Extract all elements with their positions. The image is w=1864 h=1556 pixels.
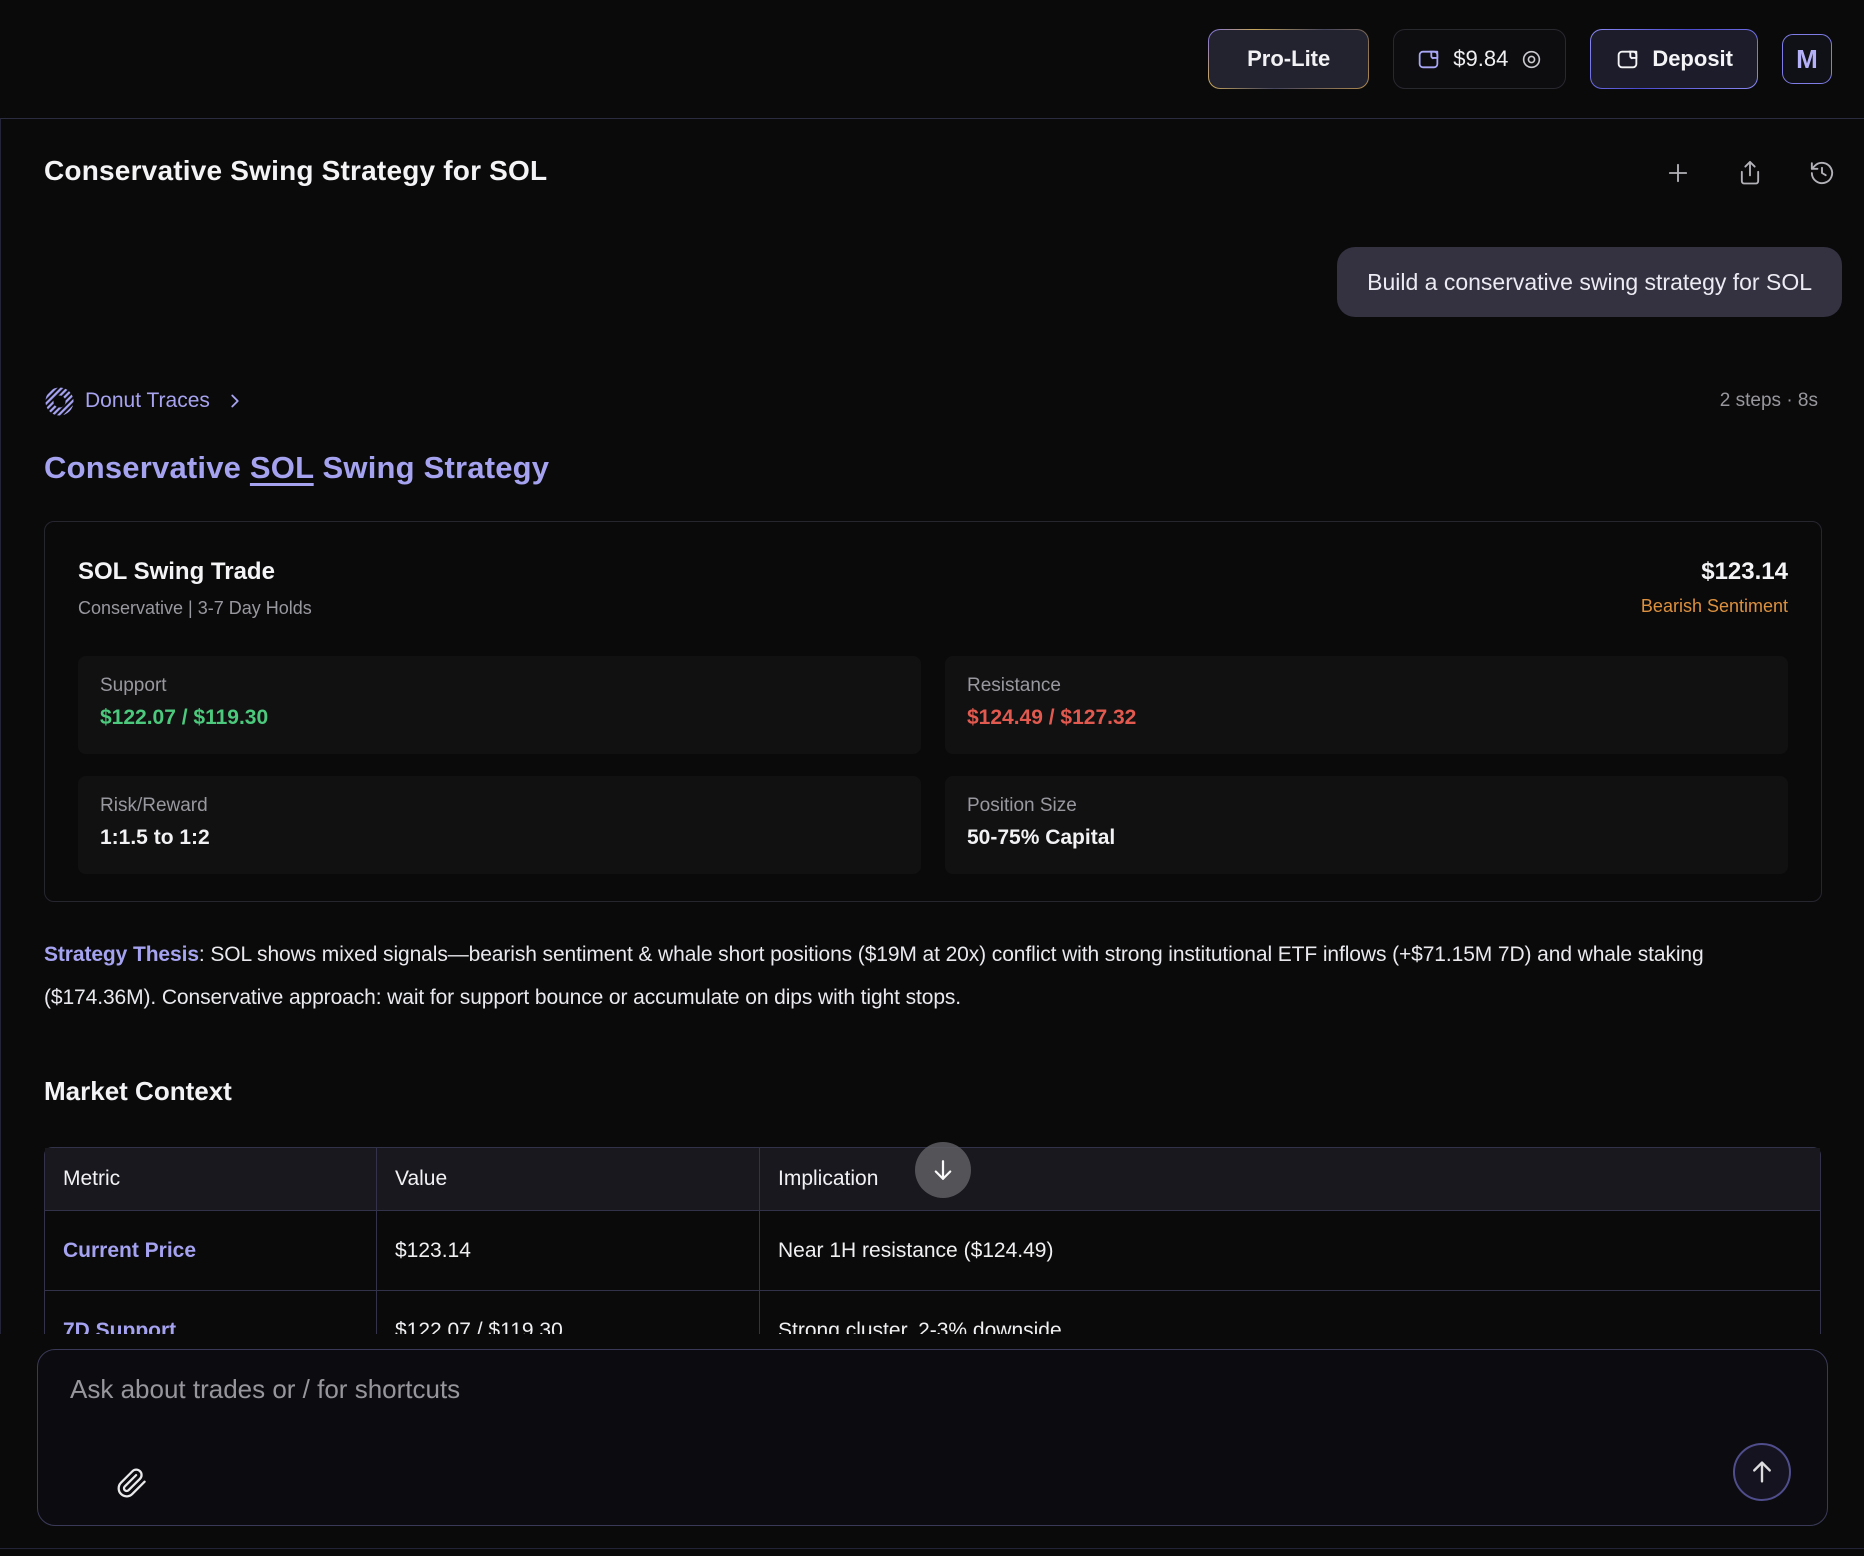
table-row: 7D Support $122.07 / $119.30 Strong clus… (45, 1290, 1820, 1334)
history-icon (1808, 159, 1836, 187)
row-implication: Near 1H resistance ($124.49) (759, 1210, 1820, 1290)
card-title: SOL Swing Trade (78, 558, 312, 586)
sentiment-badge: Bearish Sentiment (1641, 596, 1788, 617)
risk-reward-cell: Risk/Reward 1:1.5 to 1:2 (78, 776, 921, 874)
pro-lite-button[interactable]: Pro-Lite (1208, 29, 1369, 89)
chevron-right-icon[interactable] (224, 390, 246, 412)
resistance-label: Resistance (967, 675, 1766, 697)
strategy-thesis: Strategy Thesis: SOL shows mixed signals… (44, 933, 1806, 1019)
bottom-divider (0, 1548, 1864, 1549)
user-avatar[interactable]: M (1782, 34, 1832, 84)
strategy-card: SOL Swing Trade Conservative | 3-7 Day H… (44, 521, 1822, 902)
user-message-bubble: Build a conservative swing strategy for … (1337, 247, 1842, 317)
column-header-metric: Metric (45, 1148, 376, 1210)
agent-name-link[interactable]: Donut Traces (85, 389, 210, 413)
heading-ticker-link[interactable]: SOL (250, 450, 314, 485)
wallet-balance-value: $9.84 (1453, 46, 1508, 72)
user-message-text: Build a conservative swing strategy for … (1367, 269, 1812, 295)
wallet-balance-chip[interactable]: $9.84 (1393, 29, 1566, 89)
position-size-label: Position Size (967, 795, 1766, 817)
send-button[interactable] (1733, 1443, 1791, 1501)
risk-reward-value: 1:1.5 to 1:2 (100, 826, 899, 850)
row-value: $123.14 (376, 1210, 759, 1290)
share-icon (1736, 159, 1764, 187)
paperclip-icon (116, 1467, 148, 1499)
column-header-value: Value (376, 1148, 759, 1210)
strategy-metrics-grid: Support $122.07 / $119.30 Resistance $12… (78, 656, 1788, 874)
resistance-value: $124.49 / $127.32 (967, 706, 1766, 730)
wallet-icon (1615, 47, 1640, 72)
new-chat-button[interactable] (1664, 159, 1692, 187)
current-price: $123.14 (1641, 558, 1788, 586)
avatar-initial: M (1796, 44, 1818, 75)
market-context-heading: Market Context (44, 1076, 232, 1107)
trace-breadcrumb: Donut Traces 2 steps · 8s (44, 383, 1818, 419)
plus-icon (1664, 159, 1692, 187)
chat-input[interactable] (70, 1374, 1707, 1444)
thesis-label: Strategy Thesis (44, 943, 199, 966)
metric-link-7d-support[interactable]: 7D Support (45, 1290, 376, 1334)
arrow-up-icon (1747, 1457, 1777, 1487)
deposit-label: Deposit (1652, 46, 1733, 72)
message-composer (37, 1349, 1828, 1526)
support-label: Support (100, 675, 899, 697)
position-size-value: 50-75% Capital (967, 826, 1766, 850)
pro-lite-label: Pro-Lite (1247, 46, 1330, 72)
row-implication: Strong cluster, 2-3% downside (759, 1290, 1820, 1334)
conversation-actions (1664, 159, 1836, 187)
donut-logo-icon (44, 386, 75, 417)
report-heading: Conservative SOL Swing Strategy (44, 450, 549, 486)
wallet-icon (1416, 47, 1441, 72)
top-bar: Pro-Lite $9.84 Deposit M (0, 0, 1864, 118)
metric-link-current-price[interactable]: Current Price (45, 1210, 376, 1290)
attach-file-button[interactable] (116, 1467, 148, 1499)
thesis-text: : SOL shows mixed signals—bearish sentim… (44, 943, 1704, 1009)
table-row: Current Price $123.14 Near 1H resistance… (45, 1210, 1820, 1290)
page-title: Conservative Swing Strategy for SOL (44, 155, 547, 187)
support-cell: Support $122.07 / $119.30 (78, 656, 921, 754)
heading-suffix: Swing Strategy (314, 450, 550, 485)
card-subtitle: Conservative | 3-7 Day Holds (78, 598, 312, 619)
row-value: $122.07 / $119.30 (376, 1290, 759, 1334)
heading-prefix: Conservative (44, 450, 250, 485)
scroll-to-bottom-button[interactable] (915, 1142, 971, 1198)
history-button[interactable] (1808, 159, 1836, 187)
resistance-cell: Resistance $124.49 / $127.32 (945, 656, 1788, 754)
support-value: $122.07 / $119.30 (100, 706, 899, 730)
share-button[interactable] (1736, 159, 1764, 187)
deposit-button[interactable]: Deposit (1590, 29, 1758, 89)
risk-reward-label: Risk/Reward (100, 795, 899, 817)
position-size-cell: Position Size 50-75% Capital (945, 776, 1788, 874)
arrow-down-icon (929, 1156, 957, 1184)
trace-steps-meta: 2 steps · 8s (1720, 390, 1818, 412)
visibility-toggle-icon[interactable] (1520, 48, 1543, 71)
